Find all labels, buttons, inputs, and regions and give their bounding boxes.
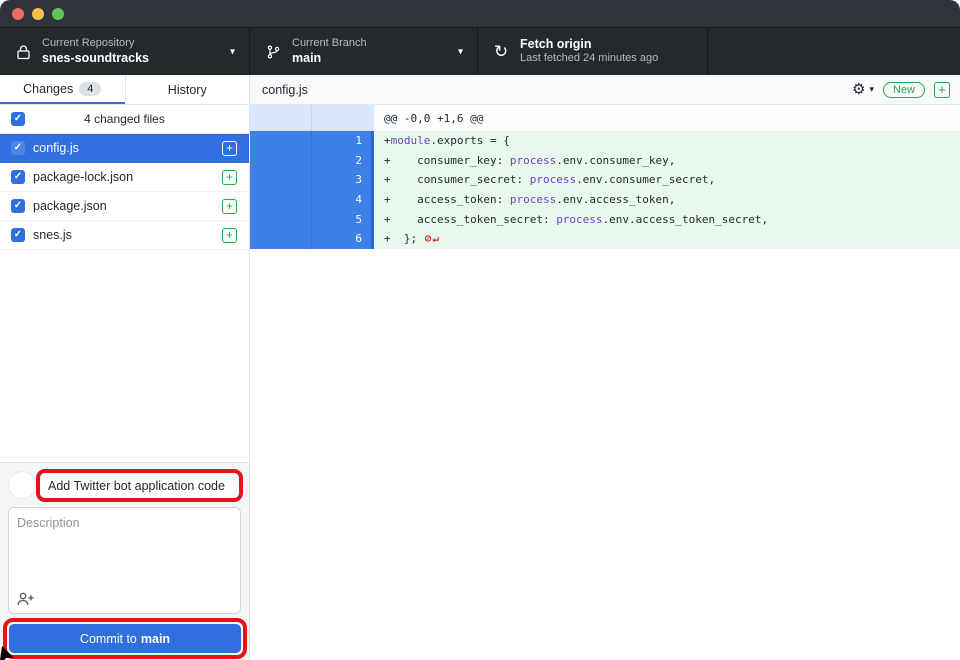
diff-added-line: 1+module.exports = { (250, 131, 960, 151)
summary-annotation-highlight (36, 469, 243, 502)
file-name: package-lock.json (33, 170, 222, 184)
chevron-down-icon: ▾ (869, 84, 874, 95)
code-line-text: + consumer_secret: process.env.consumer_… (374, 170, 960, 190)
chevron-down-icon: ▾ (230, 46, 235, 57)
diff-added-line: 4+ access_token: process.env.access_toke… (250, 190, 960, 210)
chevron-down-icon: ▾ (458, 46, 463, 57)
changes-count-badge: 4 (79, 82, 101, 96)
hunk-gutter-new (312, 105, 374, 131)
gutter-new-line-number: 1 (312, 131, 374, 151)
code-line-text: + }; ⊘↵ (374, 229, 960, 249)
tab-history-label: History (168, 83, 207, 97)
commit-button[interactable]: Commit to main (9, 624, 241, 653)
toolbar: Current Repository snes-soundtracks ▾ Cu… (0, 28, 960, 75)
added-file-plus-icon[interactable]: + (222, 170, 237, 185)
code-line-text: +module.exports = { (374, 131, 960, 151)
file-row-config.js[interactable]: config.js+ (0, 134, 249, 163)
zoom-window-button[interactable] (52, 8, 64, 20)
commit-panel: Commit to main (0, 462, 249, 660)
gutter-old-line-number (250, 170, 312, 190)
tab-history[interactable]: History (125, 75, 250, 104)
sidebar: Changes 4 History 4 changed files config… (0, 75, 250, 660)
github-desktop-window: Current Repository snes-soundtracks ▾ Cu… (0, 0, 960, 660)
file-name: snes.js (33, 228, 222, 242)
code-line-text: + access_token_secret: process.env.acces… (374, 209, 960, 229)
gutter-new-line-number: 4 (312, 190, 374, 210)
file-row-package.json[interactable]: package.json+ (0, 192, 249, 221)
git-branch-icon (264, 44, 282, 60)
diff-added-line: 2+ consumer_key: process.env.consumer_ke… (250, 151, 960, 171)
file-name: config.js (33, 141, 222, 155)
gutter-new-line-number: 6 (312, 229, 374, 249)
gutter-new-line-number: 3 (312, 170, 374, 190)
tab-changes-label: Changes (23, 82, 73, 96)
fetch-origin-label: Fetch origin (520, 37, 658, 53)
gutter-old-line-number (250, 190, 312, 210)
gutter-new-line-number: 2 (312, 151, 374, 171)
avatar (8, 471, 36, 499)
file-checkbox[interactable] (11, 141, 25, 155)
lock-icon (14, 44, 32, 60)
diff-added-line: 5+ access_token_secret: process.env.acce… (250, 209, 960, 229)
sidebar-tabs: Changes 4 History (0, 75, 249, 105)
commit-button-annotation-highlight: Commit to main (3, 618, 247, 659)
added-file-plus-icon[interactable]: + (222, 228, 237, 243)
minimize-window-button[interactable] (32, 8, 44, 20)
diff-added-line: 6+ }; ⊘↵ (250, 229, 960, 249)
title-bar (0, 0, 960, 28)
current-repository-dropdown[interactable]: Current Repository snes-soundtracks ▾ (0, 28, 250, 75)
close-window-button[interactable] (12, 8, 24, 20)
tab-changes[interactable]: Changes 4 (0, 75, 125, 104)
added-file-plus-icon[interactable]: + (222, 141, 237, 156)
gutter-old-line-number (250, 229, 312, 249)
code-line-text: + access_token: process.env.access_token… (374, 190, 960, 210)
gutter-old-line-number (250, 209, 312, 229)
diff-lines: 1+module.exports = {2+ consumer_key: pro… (250, 131, 960, 249)
hunk-gutter-old (250, 105, 312, 131)
added-file-plus-icon[interactable]: + (222, 199, 237, 214)
current-branch-label: Current Branch (292, 37, 367, 51)
commit-button-branch: main (141, 632, 170, 646)
changed-files-count: 4 changed files (0, 112, 249, 126)
current-repository-value: snes-soundtracks (42, 51, 149, 67)
file-row-snes.js[interactable]: snes.js+ (0, 221, 249, 250)
current-repository-label: Current Repository (42, 37, 149, 51)
code-line-text: + consumer_key: process.env.consumer_key… (374, 151, 960, 171)
sync-icon: ↻ (492, 43, 510, 60)
file-checkbox[interactable] (11, 170, 25, 184)
current-branch-dropdown[interactable]: Current Branch main ▾ (250, 28, 478, 75)
changed-files-list: config.js+package-lock.json+package.json… (0, 134, 249, 250)
new-file-badge: New (883, 82, 925, 98)
commit-summary-input[interactable] (40, 473, 239, 498)
gutter-old-line-number (250, 131, 312, 151)
gutter-old-line-number (250, 151, 312, 171)
current-branch-value: main (292, 51, 367, 67)
diff-header: config.js ⚙ ▾ New + (250, 75, 960, 105)
file-row-package-lock.json[interactable]: package-lock.json+ (0, 163, 249, 192)
commit-button-prefix: Commit to (80, 632, 137, 646)
diff-pane: config.js ⚙ ▾ New + @@ -0,0 +1,6 @@ 1+mo… (250, 75, 960, 660)
file-checkbox[interactable] (11, 228, 25, 242)
add-coauthor-icon[interactable] (17, 592, 35, 606)
diff-options-button[interactable]: ⚙ ▾ (852, 82, 874, 97)
file-checkbox[interactable] (11, 199, 25, 213)
commit-description-box (8, 507, 241, 614)
diff-file-name: config.js (262, 83, 852, 97)
changed-files-header: 4 changed files (0, 105, 249, 134)
expand-diff-plus-icon[interactable]: + (934, 82, 950, 98)
commit-description-input[interactable] (9, 508, 240, 588)
last-fetched-text: Last fetched 24 minutes ago (520, 52, 658, 66)
hunk-header-text: @@ -0,0 +1,6 @@ (374, 105, 960, 131)
fetch-origin-button[interactable]: ↻ Fetch origin Last fetched 24 minutes a… (478, 28, 708, 75)
gutter-new-line-number: 5 (312, 209, 374, 229)
gear-icon: ⚙ (852, 82, 865, 97)
hunk-header-row: @@ -0,0 +1,6 @@ (250, 105, 960, 131)
file-name: package.json (33, 199, 222, 213)
diff-added-line: 3+ consumer_secret: process.env.consumer… (250, 170, 960, 190)
